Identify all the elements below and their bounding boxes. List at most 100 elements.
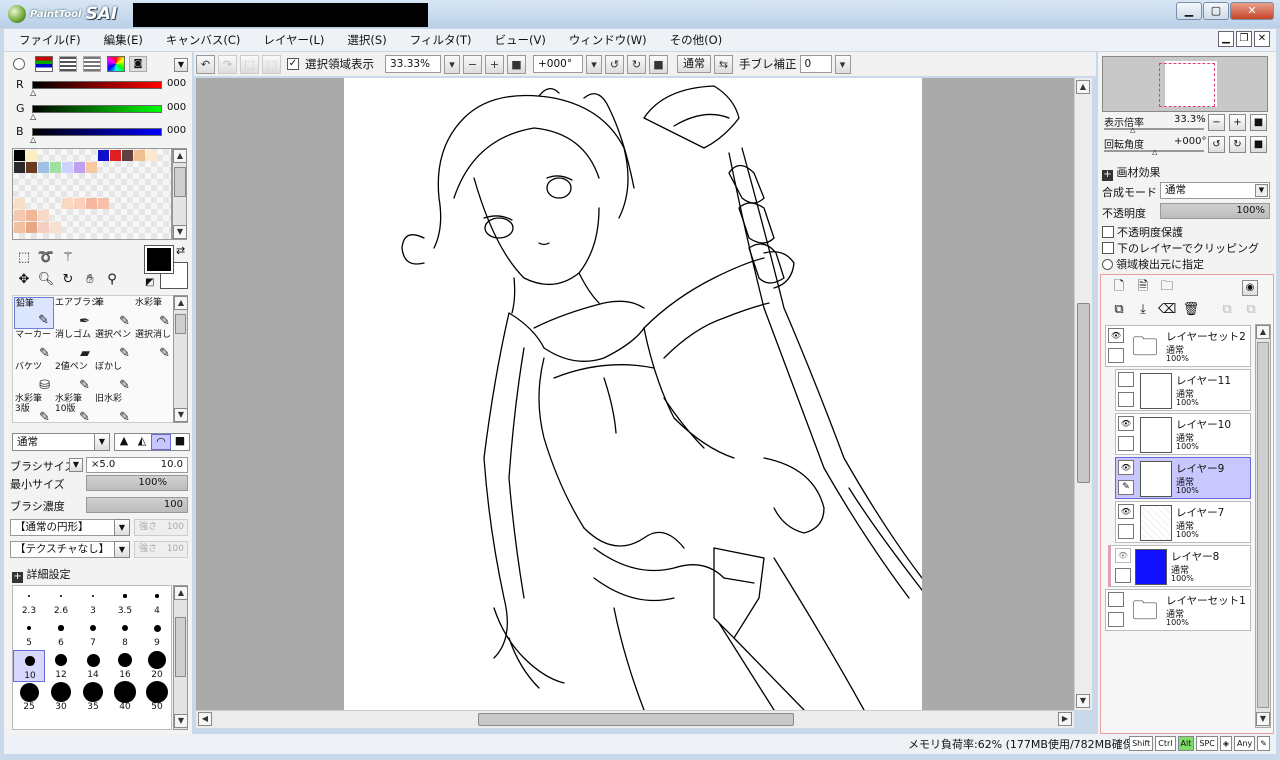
- size-scroll-down-button[interactable]: ▼: [174, 714, 188, 728]
- brush-size-preset[interactable]: 25: [13, 682, 45, 714]
- tool-item[interactable]: 選択消し ✎: [134, 329, 174, 361]
- brush-mode-select[interactable]: 通常: [12, 433, 98, 451]
- menu-view[interactable]: ビュー(V): [479, 32, 553, 48]
- brush-size-preset[interactable]: 2.6: [45, 586, 77, 618]
- zoom-icon[interactable]: 🔍︎: [37, 271, 55, 289]
- nav-rotate-left-button[interactable]: ↺: [1208, 136, 1225, 153]
- zoom-reset-button[interactable]: ■: [507, 54, 526, 74]
- flip-horizontal-button[interactable]: ⇆: [714, 54, 733, 74]
- maximize-button[interactable]: ▢: [1203, 2, 1229, 20]
- tool-item[interactable]: 消しゴム ▰: [54, 329, 94, 361]
- view-mode-button[interactable]: 通常: [677, 55, 711, 73]
- b-slider-handle[interactable]: △: [30, 135, 36, 144]
- brush-size-multiplier-button[interactable]: ▼: [69, 458, 83, 472]
- canvas-vertical-scrollbar[interactable]: ▲ ▼: [1074, 78, 1092, 710]
- nav-rotate-reset-button[interactable]: ■: [1250, 136, 1267, 153]
- clipping-checkbox[interactable]: [1102, 242, 1114, 254]
- visibility-toggle[interactable]: [1118, 372, 1134, 387]
- color-wheel-icon[interactable]: [13, 58, 25, 70]
- transparent-color-icon[interactable]: ◩: [145, 277, 154, 288]
- layer-row-set1[interactable]: 🗀︎ レイヤーセット1 通常 100%: [1105, 589, 1251, 631]
- protect-opacity-option[interactable]: 不透明度保護: [1102, 224, 1183, 240]
- layer-row-11[interactable]: レイヤー11 通常 100%: [1115, 369, 1251, 411]
- g-slider-handle[interactable]: △: [30, 112, 36, 121]
- protect-opacity-checkbox[interactable]: [1102, 226, 1114, 238]
- selection-source-option[interactable]: 領域検出元に指定: [1102, 256, 1204, 272]
- menu-window[interactable]: ウィンドウ(W): [554, 32, 655, 48]
- visibility-eye-icon[interactable]: 👁︎: [1118, 504, 1134, 519]
- brush-size-preset[interactable]: 12: [45, 650, 77, 682]
- rgb-slider-icon[interactable]: [35, 56, 53, 72]
- paint-brush-icon[interactable]: ✎: [1118, 480, 1134, 495]
- layer-scroll-up-button[interactable]: ▲: [1256, 325, 1270, 339]
- g-slider[interactable]: [32, 105, 162, 113]
- swap-colors-icon[interactable]: ⇄: [176, 244, 185, 257]
- visibility-eye-icon[interactable]: 👁︎: [1108, 328, 1124, 343]
- stabilizer-dropdown-button[interactable]: ▾: [834, 54, 851, 74]
- undo-button[interactable]: ↶: [196, 54, 215, 74]
- min-size-slider[interactable]: 100%: [86, 475, 188, 491]
- merge-all-icon[interactable]: ⧉: [1242, 301, 1260, 319]
- visibility-toggle[interactable]: [1108, 592, 1124, 607]
- delete-layer-icon[interactable]: 🗑︎: [1182, 301, 1200, 319]
- brush-size-preset[interactable]: 50: [141, 680, 171, 714]
- layer-select-checkbox[interactable]: [1118, 436, 1134, 451]
- brush-size-preset[interactable]: 16: [109, 650, 141, 682]
- stabilizer-field[interactable]: 0: [799, 55, 832, 73]
- brush-size-preset[interactable]: 2.3: [13, 586, 45, 618]
- brush-mode-dropdown-button[interactable]: ▼: [94, 433, 110, 451]
- edge-hard-icon[interactable]: ◠: [151, 434, 171, 450]
- layer-mask-button[interactable]: ◉: [1242, 280, 1258, 296]
- edge-square-icon[interactable]: ■: [171, 434, 189, 450]
- texture-strength-field[interactable]: 強さ 100: [134, 541, 188, 558]
- r-slider-handle[interactable]: △: [30, 88, 36, 97]
- tool-item[interactable]: バケツ ⛁: [14, 361, 54, 393]
- merge-down-icon[interactable]: ⤓: [1134, 301, 1152, 319]
- brush-size-preset[interactable]: 10: [13, 650, 45, 682]
- brush-size-preset[interactable]: 3: [77, 586, 109, 618]
- texture-select[interactable]: 【テクスチャなし】: [10, 541, 120, 558]
- layer-row-8[interactable]: 👁︎ レイヤー8 通常 100%: [1108, 545, 1251, 587]
- shape-strength-field[interactable]: 強さ 100: [134, 519, 188, 536]
- brush-size-preset[interactable]: 14: [77, 650, 109, 682]
- tool-item[interactable]: 鉛筆 ✎: [14, 297, 54, 329]
- brush-size-preset[interactable]: 20: [141, 650, 171, 682]
- brush-shape-dropdown-button[interactable]: ▼: [114, 519, 130, 536]
- brush-size-preset[interactable]: 40: [109, 681, 141, 714]
- material-effect-toggle[interactable]: + 画材効果: [1102, 164, 1161, 181]
- tool-item[interactable]: 選択ペン ✎: [94, 329, 134, 361]
- nav-zoom-reset-button[interactable]: ■: [1250, 114, 1267, 131]
- rotation-dropdown-button[interactable]: ▾: [586, 54, 602, 74]
- palette-scroll-down-button[interactable]: ▼: [173, 225, 187, 239]
- brush-size-preset[interactable]: 6: [45, 618, 77, 650]
- lasso-icon[interactable]: ➰: [37, 249, 55, 267]
- swatch-palette[interactable]: [12, 148, 172, 240]
- eyedropper-icon[interactable]: ⚲: [103, 271, 121, 289]
- tool-scroll-down-button[interactable]: ▼: [174, 408, 188, 422]
- layer-row-10[interactable]: 👁︎ レイヤー10 通常 100%: [1115, 413, 1251, 455]
- visibility-eye-icon[interactable]: 👁︎: [1115, 548, 1131, 563]
- layer-row-9-selected[interactable]: 👁︎ ✎ レイヤー9 通常 100%: [1115, 457, 1251, 499]
- palette-scroll-thumb[interactable]: [174, 167, 186, 197]
- transfer-down-icon[interactable]: ⧉: [1218, 301, 1236, 319]
- mdi-restore-button[interactable]: ❐: [1236, 31, 1252, 47]
- redo-button[interactable]: ↷: [218, 54, 237, 74]
- magic-wand-icon[interactable]: ⚚: [59, 249, 77, 267]
- brush-size-preset[interactable]: 8: [109, 618, 141, 650]
- rotate-right-button[interactable]: ↻: [627, 54, 646, 74]
- density-slider[interactable]: 100: [86, 497, 188, 513]
- nav-angle-handle[interactable]: △: [1152, 148, 1157, 156]
- nav-zoom-in-button[interactable]: +: [1229, 114, 1246, 131]
- zoom-in-button[interactable]: +: [485, 54, 504, 74]
- opacity-slider[interactable]: 100%: [1160, 203, 1270, 219]
- palette-scroll-up-button[interactable]: ▲: [173, 149, 187, 163]
- size-scroll-up-button[interactable]: ▲: [174, 586, 188, 600]
- tool-item[interactable]: 水彩筆 10版 ✎: [54, 393, 94, 425]
- close-button[interactable]: ✕: [1230, 2, 1274, 20]
- clipping-option[interactable]: 下のレイヤーでクリッピング: [1102, 240, 1259, 256]
- b-slider[interactable]: [32, 128, 162, 136]
- tool-item[interactable]: 2値ペン ✎: [54, 361, 94, 393]
- tool-item[interactable]: 水彩筆 ✎: [134, 297, 174, 329]
- canvas-vscroll-thumb[interactable]: [1077, 303, 1090, 483]
- rotation-field[interactable]: +000°: [533, 55, 583, 73]
